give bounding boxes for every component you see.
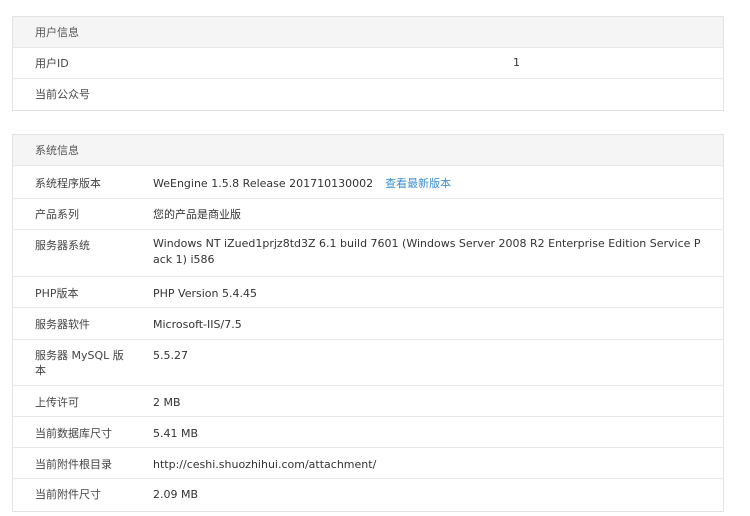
- mysql-version-value: 5.5.27: [153, 349, 188, 362]
- upload-limit-row: 上传许可 2 MB: [13, 386, 723, 417]
- product-series-row: 产品系列 您的产品是商业版: [13, 199, 723, 230]
- product-series-value: 您的产品是商业版: [153, 208, 241, 221]
- php-version-row: PHP版本 PHP Version 5.4.45: [13, 277, 723, 308]
- attachment-root-label: 当前附件根目录: [35, 458, 112, 471]
- program-version-row: 系统程序版本 WeEngine 1.5.8 Release 2017101300…: [13, 166, 723, 199]
- php-version-label: PHP版本: [35, 287, 79, 300]
- server-os-row: 服务器系统 Windows NT iZued1prjz8td3Z 6.1 bui…: [13, 230, 723, 277]
- product-series-label: 产品系列: [35, 208, 79, 221]
- program-version-value: WeEngine 1.5.8 Release 201710130002: [153, 177, 374, 190]
- upload-limit-label: 上传许可: [35, 396, 79, 409]
- server-os-value: Windows NT iZued1prjz8td3Z 6.1 build 760…: [153, 237, 701, 266]
- system-info-heading: 系统信息: [13, 135, 723, 166]
- program-version-label: 系统程序版本: [35, 177, 101, 190]
- upload-limit-value: 2 MB: [153, 396, 181, 409]
- server-software-row: 服务器软件 Microsoft-IIS/7.5: [13, 308, 723, 340]
- database-size-value: 5.41 MB: [153, 427, 199, 440]
- attachment-root-value: http://ceshi.shuozhihui.com/attachment/: [153, 458, 377, 471]
- check-latest-version-link[interactable]: 查看最新版本: [385, 177, 451, 190]
- mysql-version-row: 服务器 MySQL 版本 5.5.27: [13, 340, 723, 386]
- server-software-label: 服务器软件: [35, 318, 90, 331]
- program-version-value-wrap: WeEngine 1.5.8 Release 201710130002 查看最新版…: [153, 176, 705, 192]
- attachment-size-label: 当前附件尺寸: [35, 488, 101, 501]
- server-os-label: 服务器系统: [35, 239, 90, 252]
- user-id-label: 用户ID: [35, 57, 69, 70]
- user-id-row: 用户ID 1: [13, 48, 723, 79]
- attachment-size-row: 当前附件尺寸 2.09 MB: [13, 479, 723, 511]
- php-version-value: PHP Version 5.4.45: [153, 287, 257, 300]
- database-size-row: 当前数据库尺寸 5.41 MB: [13, 417, 723, 448]
- user-id-value: 1: [513, 56, 520, 69]
- database-size-label: 当前数据库尺寸: [35, 427, 112, 440]
- attachment-size-value: 2.09 MB: [153, 488, 199, 501]
- current-account-label: 当前公众号: [35, 88, 90, 101]
- user-info-heading: 用户信息: [13, 17, 723, 48]
- attachment-root-row: 当前附件根目录 http://ceshi.shuozhihui.com/atta…: [13, 448, 723, 479]
- user-info-panel: 用户信息 用户ID 1 当前公众号: [12, 16, 724, 111]
- system-info-panel: 系统信息 系统程序版本 WeEngine 1.5.8 Release 20171…: [12, 134, 724, 512]
- server-software-value: Microsoft-IIS/7.5: [153, 318, 242, 331]
- current-account-row: 当前公众号: [13, 79, 723, 110]
- mysql-version-label: 服务器 MySQL 版本: [35, 349, 124, 377]
